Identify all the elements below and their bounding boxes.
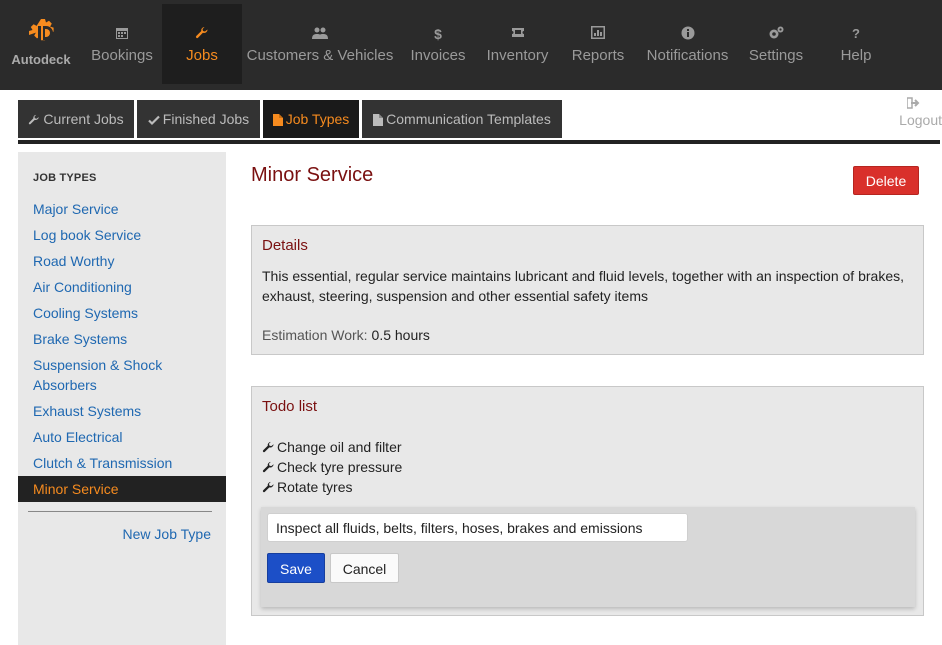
sign-out-icon [872, 96, 942, 112]
nav-settings[interactable]: Settings [740, 4, 812, 84]
sidebar-item-cooling-systems[interactable]: Cooling Systems [18, 303, 226, 323]
wrench-icon [162, 26, 242, 42]
nav-invoices[interactable]: $ Invoices [402, 4, 474, 84]
nav-label: Settings [748, 47, 804, 64]
new-todo-form: Save Cancel [261, 507, 915, 607]
nav-reports[interactable]: Reports [563, 4, 633, 84]
sidebar-item-exhaust-systems[interactable]: Exhaust Systems [18, 401, 226, 421]
nav-help[interactable]: ? Help [820, 4, 892, 84]
tab-finished-jobs[interactable]: Finished Jobs [137, 100, 260, 138]
nav-label: Reports [571, 47, 625, 64]
sidebar-item-brake-systems[interactable]: Brake Systems [18, 329, 226, 349]
dollar-icon: $ [434, 26, 442, 42]
nav-label: Notifications [646, 47, 729, 64]
details-panel: Details This essential, regular service … [251, 225, 924, 355]
nav-label: Customers & Vehicles [246, 47, 394, 64]
job-types-sidebar: JOB TYPES Major Service Log book Service… [18, 152, 226, 645]
wrench-icon [29, 114, 40, 125]
sidebar-heading: JOB TYPES [33, 172, 97, 184]
delete-button[interactable]: Delete [853, 166, 919, 195]
estimation-label: Estimation Work: [262, 327, 368, 343]
info-icon [640, 26, 735, 42]
sidebar-divider [28, 511, 212, 512]
sidebar-item-major-service[interactable]: Major Service [18, 199, 226, 219]
chart-icon [563, 26, 633, 42]
tab-label: Job Types [285, 111, 350, 127]
autodeck-logo-icon [29, 19, 54, 41]
users-icon [245, 26, 395, 42]
todo-item: Change oil and filter [262, 437, 402, 457]
todo-item-label: Check tyre pressure [277, 459, 403, 475]
sidebar-item-air-conditioning[interactable]: Air Conditioning [18, 277, 226, 297]
brand[interactable]: Autodeck [0, 0, 82, 90]
todo-item: Check tyre pressure [262, 457, 402, 477]
nav-bookings[interactable]: Bookings [82, 4, 162, 84]
brand-name: Autodeck [11, 52, 71, 67]
file-icon [373, 114, 384, 126]
logout-link[interactable]: Logout [872, 96, 942, 128]
estimation-row: Estimation Work: 0.5 hours [262, 327, 430, 343]
tab-label: Current Jobs [43, 111, 124, 127]
page-title: Minor Service [251, 164, 374, 186]
file-icon [272, 114, 283, 126]
details-title: Details [262, 237, 308, 254]
todo-title: Todo list [262, 398, 318, 415]
sidebar-item-auto-electrical[interactable]: Auto Electrical [18, 427, 226, 447]
sidebar-item-suspension-shock[interactable]: Suspension & Shock Absorbers [18, 355, 188, 395]
tab-job-types[interactable]: Job Types [263, 100, 359, 138]
ticket-icon [480, 26, 555, 42]
wrench-icon [262, 461, 274, 473]
tab-label: Finished Jobs [162, 111, 250, 127]
sidebar-item-log-book-service[interactable]: Log book Service [18, 225, 226, 245]
todo-item-label: Rotate tyres [277, 479, 353, 495]
sidebar-item-clutch-transmission[interactable]: Clutch & Transmission [18, 453, 226, 473]
new-job-type-link[interactable]: New Job Type [123, 526, 211, 542]
check-icon [148, 115, 160, 126]
question-icon: ? [852, 26, 860, 41]
save-button[interactable]: Save [267, 553, 325, 583]
nav-jobs[interactable]: Jobs [162, 4, 242, 84]
sidebar-item-minor-service[interactable]: Minor Service [18, 476, 226, 502]
nav-label: Inventory [486, 47, 549, 64]
nav-inventory[interactable]: Inventory [480, 4, 555, 84]
tab-label: Communication Templates [386, 111, 551, 127]
details-description: This essential, regular service maintain… [262, 268, 904, 304]
calendar-icon [82, 26, 162, 42]
cogs-icon [740, 26, 812, 42]
tab-communication-templates[interactable]: Communication Templates [362, 100, 562, 138]
cancel-button[interactable]: Cancel [330, 553, 399, 583]
wrench-icon [262, 441, 274, 453]
nav-label: Jobs [186, 47, 218, 64]
nav-label: Help [840, 47, 872, 64]
todo-panel: Todo list Change oil and filter Check ty… [251, 386, 924, 616]
nav-label: Bookings [91, 47, 153, 64]
nav-customers-vehicles[interactable]: Customers & Vehicles [245, 4, 395, 84]
wrench-icon [262, 481, 274, 493]
subnav-tabs: Current Jobs Finished Jobs Job Types Com… [18, 100, 940, 144]
todo-item: Rotate tyres [262, 477, 352, 497]
nav-label: Invoices [410, 47, 466, 64]
todo-item-label: Change oil and filter [277, 439, 402, 455]
nav-notifications[interactable]: Notifications [640, 4, 735, 84]
tab-current-jobs[interactable]: Current Jobs [18, 100, 134, 138]
new-todo-input[interactable] [267, 513, 688, 542]
logout-label: Logout [899, 112, 942, 128]
sidebar-item-road-worthy[interactable]: Road Worthy [18, 251, 226, 271]
top-navbar: Autodeck Bookings Jobs Customers & Vehic… [0, 0, 942, 90]
estimation-value: 0.5 hours [371, 327, 430, 343]
